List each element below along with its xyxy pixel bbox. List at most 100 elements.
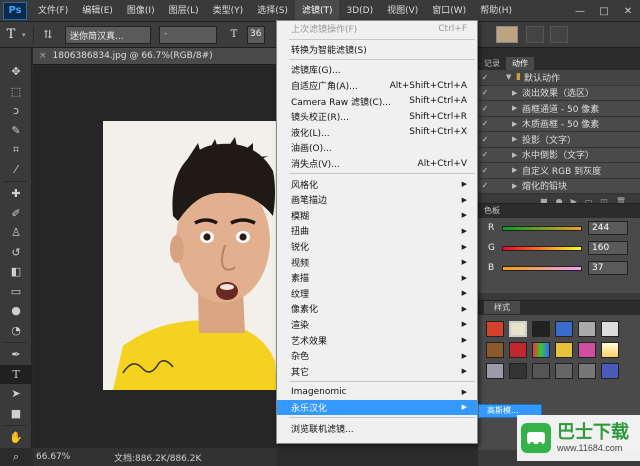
filter-menu-item[interactable]: 风格化 ▶	[277, 176, 477, 192]
menu-item[interactable]: 帮助(H)	[473, 0, 519, 22]
check-icon[interactable]: ✓	[478, 104, 492, 113]
style-swatch[interactable]	[509, 321, 527, 337]
expand-arrow-icon[interactable]: ▶	[512, 89, 522, 97]
menu-item[interactable]: 类型(Y)	[206, 0, 251, 22]
style-swatch[interactable]	[555, 342, 573, 358]
check-icon[interactable]: ✓	[478, 166, 492, 175]
style-swatch[interactable]	[486, 342, 504, 358]
expand-arrow-icon[interactable]: ▶	[512, 104, 522, 112]
menu-item[interactable]: 编辑(E)	[75, 0, 120, 22]
dodge-tool-icon[interactable]: ◔	[0, 321, 32, 341]
tab-styles[interactable]: 样式	[484, 301, 520, 314]
lasso-tool-icon[interactable]: ↄ	[0, 101, 32, 121]
filter-menu-item[interactable]: 浏览联机滤镜...	[277, 420, 477, 436]
style-swatch[interactable]	[601, 363, 619, 379]
expand-arrow-icon[interactable]: ▶	[512, 166, 522, 174]
filter-menu-item[interactable]: 杂色 ▶	[277, 348, 477, 364]
check-icon[interactable]: ✓	[478, 181, 492, 190]
filter-menu-item[interactable]: 消失点(V)... Alt+Ctrl+V	[277, 156, 477, 172]
style-swatch[interactable]	[578, 342, 596, 358]
expand-arrow-icon[interactable]: ▼	[506, 73, 516, 81]
crop-tool-icon[interactable]: ⌗	[0, 140, 32, 160]
minimize-button[interactable]: —	[568, 0, 592, 22]
eraser-tool-icon[interactable]: ◧	[0, 262, 32, 282]
check-icon[interactable]: ✓	[478, 73, 492, 82]
red-value-input[interactable]: 244	[588, 221, 628, 235]
menu-item[interactable]: 滤镜(T)	[294, 0, 340, 22]
expand-arrow-icon[interactable]: ▶	[512, 120, 522, 128]
filter-menu-item[interactable]: 扭曲 ▶	[277, 223, 477, 239]
green-value-input[interactable]: 160	[588, 241, 628, 255]
filter-menu-item[interactable]: 自适应广角(A)... Alt+Shift+Ctrl+A	[277, 78, 477, 94]
check-icon[interactable]: ✓	[478, 119, 492, 128]
menu-item[interactable]: 图层(L)	[162, 0, 206, 22]
filter-menu-item[interactable]: 视频 ▶	[277, 254, 477, 270]
style-swatch[interactable]	[555, 363, 573, 379]
type-tool-icon[interactable]: T	[0, 364, 32, 384]
hand-tool-icon[interactable]: ✋	[0, 428, 32, 448]
orientation-toggle-icon[interactable]: ⇅	[37, 25, 59, 45]
action-item[interactable]: ✓ ▶ 自定义 RGB 到灰度	[478, 163, 640, 179]
expand-arrow-icon[interactable]: ▶	[512, 151, 522, 159]
action-set-folder[interactable]: ✓ ▼ ▮ 默认动作	[478, 70, 640, 86]
filter-menu-item[interactable]: 画笔描边 ▶	[277, 192, 477, 208]
filter-menu-item[interactable]: Camera Raw 滤镜(C)... Shift+Ctrl+A	[277, 93, 477, 109]
filter-menu-item[interactable]: 液化(L)... Shift+Ctrl+X	[277, 125, 477, 141]
action-item[interactable]: ✓ ▶ 木质画框 - 50 像素	[478, 116, 640, 132]
move-tool-icon[interactable]: ✥	[0, 62, 32, 82]
style-swatch[interactable]	[509, 342, 527, 358]
style-swatch[interactable]	[532, 321, 550, 337]
style-swatch[interactable]	[601, 342, 619, 358]
filter-menu-item[interactable]: 艺术效果 ▶	[277, 332, 477, 348]
filter-menu-item[interactable]: 锐化 ▶	[277, 239, 477, 255]
style-swatch[interactable]	[486, 363, 504, 379]
menu-item[interactable]: 文件(F)	[31, 0, 75, 22]
path-select-tool-icon[interactable]: ➤	[0, 384, 32, 404]
filter-menu-item[interactable]: 渲染 ▶	[277, 317, 477, 333]
menu-item[interactable]: 图像(I)	[120, 0, 162, 22]
action-item[interactable]: ✓ ▶ 画框通道 - 50 像素	[478, 101, 640, 117]
filter-menu-item[interactable]: Imagenomic ▶	[277, 384, 477, 400]
blur-tool-icon[interactable]: ●	[0, 301, 32, 321]
tab-history[interactable]: 记录	[478, 57, 506, 70]
zoom-tool-icon[interactable]: ⌕	[0, 448, 32, 466]
shape-tool-icon[interactable]: ■	[0, 404, 32, 424]
marquee-tool-icon[interactable]: ⬚	[0, 82, 32, 102]
tool-preset-arrow-icon[interactable]: ▾	[22, 31, 30, 39]
menu-item[interactable]: 3D(D)	[339, 0, 380, 22]
style-swatch[interactable]	[532, 342, 550, 358]
color-panel-tab[interactable]: 色板	[478, 204, 640, 218]
tab-actions[interactable]: 动作	[506, 57, 534, 70]
red-slider[interactable]	[502, 225, 582, 231]
style-swatch[interactable]	[578, 321, 596, 337]
quick-select-tool-icon[interactable]: ✎	[0, 121, 32, 141]
check-icon[interactable]: ✓	[478, 150, 492, 159]
style-swatch[interactable]	[509, 363, 527, 379]
character-panel-icon[interactable]	[550, 26, 568, 43]
filter-menu-item[interactable]: 油画(O)...	[277, 140, 477, 156]
style-swatch[interactable]	[532, 363, 550, 379]
document-tab[interactable]: × 1806386834.jpg @ 66.7%(RGB/8#)	[33, 48, 283, 65]
action-item[interactable]: ✓ ▶ 投影（文字）	[478, 132, 640, 148]
green-slider[interactable]	[502, 245, 582, 251]
text-color-swatch[interactable]	[496, 26, 518, 43]
close-button[interactable]: ✕	[616, 0, 640, 22]
menu-item[interactable]: 选择(S)	[250, 0, 295, 22]
filter-menu-item[interactable]: 模糊 ▶	[277, 208, 477, 224]
type-tool-icon[interactable]: T	[0, 25, 22, 45]
blue-value-input[interactable]: 37	[588, 261, 628, 275]
expand-arrow-icon[interactable]: ▶	[512, 182, 522, 190]
gradient-tool-icon[interactable]: ▭	[0, 282, 32, 302]
style-swatch[interactable]	[578, 363, 596, 379]
filter-menu-item[interactable]: 其它 ▶	[277, 363, 477, 379]
filter-menu-item[interactable]: 转换为智能滤镜(S)	[277, 42, 477, 58]
canvas-photo[interactable]	[103, 121, 277, 390]
style-swatch[interactable]	[555, 321, 573, 337]
action-item[interactable]: ✓ ▶ 淡出效果（选区）	[478, 85, 640, 101]
warp-text-icon[interactable]	[526, 26, 544, 43]
clone-stamp-tool-icon[interactable]: ♙	[0, 223, 32, 243]
check-icon[interactable]: ✓	[478, 135, 492, 144]
menu-item[interactable]: 视图(V)	[380, 0, 425, 22]
filter-menu-item[interactable]: 素描 ▶	[277, 270, 477, 286]
font-size-input[interactable]: 36	[247, 25, 265, 44]
